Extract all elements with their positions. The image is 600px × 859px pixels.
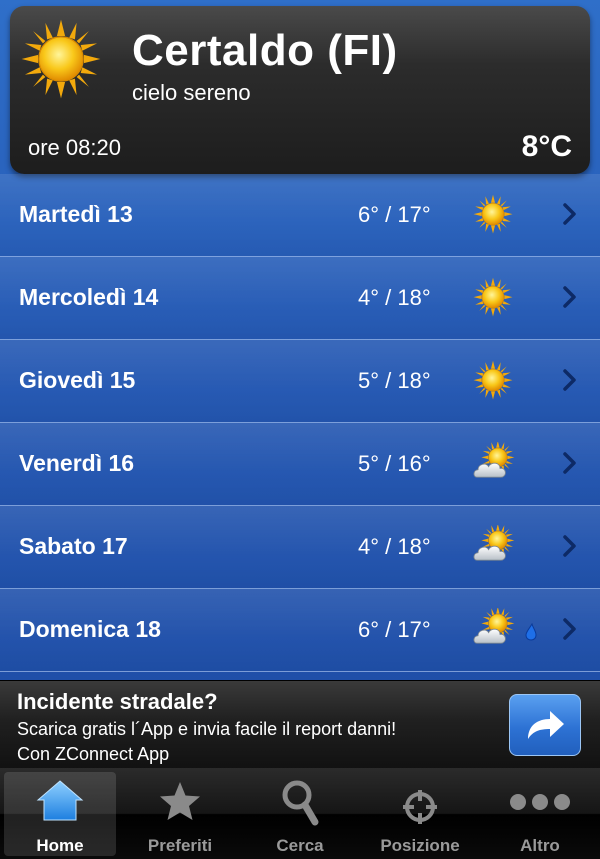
- sun-icon: [21, 19, 101, 99]
- temperature-range: 6° / 17°: [358, 617, 431, 642]
- share-arrow-icon: [528, 711, 564, 739]
- forecast-list: Martedì 13 6° / 17° Mercoledì 14 4° / 18…: [0, 174, 600, 672]
- sun-cloud-icon: [470, 442, 516, 486]
- raindrop-icon: [525, 623, 537, 641]
- temperature-range: 5° / 18°: [358, 368, 431, 393]
- forecast-row[interactable]: Martedì 13 6° / 17°: [0, 174, 600, 257]
- current-condition: cielo sereno: [132, 80, 251, 105]
- forecast-row[interactable]: Mercoledì 14 4° / 18°: [0, 257, 600, 340]
- current-temperature: 8°C: [521, 130, 572, 163]
- chevron-right-icon: [562, 285, 578, 309]
- crosshair-icon: [403, 790, 437, 824]
- forecast-row[interactable]: Venerdì 16 5° / 16°: [0, 423, 600, 506]
- ad-open-button[interactable]: [509, 694, 581, 756]
- temperature-range: 4° / 18°: [358, 534, 431, 559]
- temperature-range: 4° / 18°: [358, 285, 431, 310]
- chevron-right-icon: [562, 617, 578, 641]
- forecast-row[interactable]: Sabato 17 4° / 18°: [0, 506, 600, 589]
- forecast-day: Mercoledì 14: [19, 284, 159, 310]
- forecast-day: Sabato 17: [19, 533, 128, 559]
- more-dots-icon: [510, 794, 570, 810]
- tab-cerca[interactable]: Cerca: [244, 772, 356, 856]
- sun-cloud-icon: [470, 608, 516, 652]
- ad-banner[interactable]: Incidente stradale? Scarica gratis l´App…: [0, 680, 600, 769]
- forecast-day: Giovedì 15: [19, 367, 136, 393]
- tab-label: Cerca: [276, 836, 324, 855]
- home-icon: [36, 780, 84, 821]
- tab-label: Home: [36, 836, 84, 855]
- magnifier-icon: [282, 780, 319, 826]
- sun-icon: [473, 277, 513, 317]
- chevron-right-icon: [562, 534, 578, 558]
- star-icon: [160, 782, 200, 820]
- tab-altro[interactable]: Altro: [484, 772, 596, 856]
- tab-home[interactable]: Home: [4, 772, 116, 856]
- tab-posizione[interactable]: Posizione: [364, 772, 476, 856]
- current-weather-card: Certaldo (FI) cielo sereno ore 08:20 8°C: [10, 6, 590, 174]
- ad-subtext: Con ZConnect App: [17, 744, 170, 764]
- chevron-right-icon: [562, 451, 578, 475]
- chevron-right-icon: [562, 202, 578, 226]
- forecast-day: Venerdì 16: [19, 450, 135, 476]
- temperature-range: 5° / 16°: [358, 451, 431, 476]
- forecast-day: Martedì 13: [19, 201, 133, 227]
- sun-cloud-icon: [470, 525, 516, 569]
- forecast-row[interactable]: Giovedì 15 5° / 18°: [0, 340, 600, 423]
- forecast-row[interactable]: Domenica 18 6° / 17°: [0, 589, 600, 672]
- tab-label: Preferiti: [147, 836, 213, 855]
- tab-label: Posizione: [380, 836, 460, 855]
- sun-icon: [473, 194, 513, 234]
- city-name: Certaldo (FI): [132, 26, 398, 75]
- ad-title: Incidente stradale?: [17, 689, 218, 714]
- sun-icon: [473, 360, 513, 400]
- tab-preferiti[interactable]: Preferiti: [124, 772, 236, 856]
- ad-text: Scarica gratis l´App e invia facile il r…: [17, 719, 397, 739]
- update-time: ore 08:20: [28, 135, 121, 160]
- chevron-right-icon: [562, 368, 578, 392]
- temperature-range: 6° / 17°: [358, 202, 431, 227]
- forecast-day: Domenica 18: [19, 616, 161, 642]
- tab-bar: Home Preferiti Cerca Posizione Altro: [0, 768, 600, 859]
- tab-label: Altro: [520, 836, 560, 855]
